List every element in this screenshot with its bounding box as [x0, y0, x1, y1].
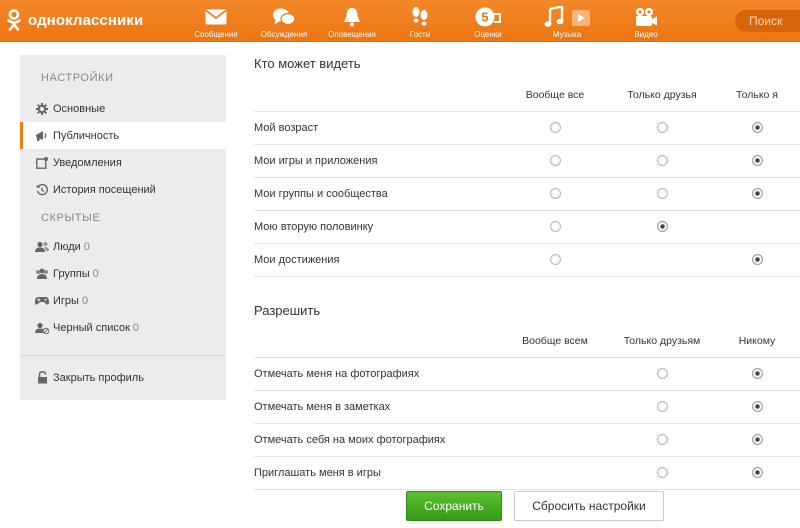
sidebar-item-blacklist[interactable]: Черный список 0 [20, 314, 226, 341]
bell-icon [343, 5, 361, 29]
visibility-table: Вообще все Только друзья Только я Мой во… [254, 80, 800, 277]
row-label: Мой возраст [254, 111, 500, 145]
chat-bubbles-icon [272, 5, 296, 29]
svg-text:5: 5 [481, 10, 488, 25]
visibility-title: Кто может видеть [254, 56, 361, 71]
radio-button[interactable] [751, 188, 763, 200]
column-header: Только я [714, 80, 800, 112]
table-row: Мои группы и сообщества [254, 177, 800, 211]
gear-icon [35, 102, 49, 116]
table-row: Мои достижения [254, 243, 800, 277]
gamepad-icon [35, 294, 49, 308]
sidebar-item-close-profile[interactable]: Закрыть профиль [20, 364, 226, 391]
column-header: Никому [714, 326, 800, 358]
row-label: Мою вторую половинку [254, 210, 500, 244]
row-label: Мои группы и сообщества [254, 177, 500, 211]
table-row: Отмечать себя на моих фотографиях [254, 423, 800, 457]
table-row: Мои игры и приложения [254, 144, 800, 178]
radio-button[interactable] [656, 434, 668, 446]
brand-name: одноклассники [28, 11, 144, 29]
hidden-heading: СКРЫТЫЕ [41, 212, 101, 224]
settings-heading: НАСТРОЙКИ [41, 72, 114, 84]
lock-icon [35, 371, 49, 385]
megaphone-icon [35, 129, 49, 143]
radio-button[interactable] [549, 155, 561, 167]
radio-button[interactable] [656, 401, 668, 413]
radio-button[interactable] [656, 368, 668, 380]
column-header: Вообще все [500, 80, 610, 112]
radio-button[interactable] [656, 155, 668, 167]
permissions-title: Разрешить [254, 303, 321, 318]
nav-guests[interactable]: Гости [386, 0, 454, 42]
row-label: Мои игры и приложения [254, 144, 500, 178]
radio-button[interactable] [656, 221, 668, 233]
sidebar-divider [20, 355, 226, 356]
radio-button[interactable] [549, 254, 561, 266]
sidebar-item-notifications[interactable]: Уведомления [20, 149, 226, 176]
radio-button[interactable] [656, 122, 668, 134]
radio-button[interactable] [751, 254, 763, 266]
radio-button[interactable] [751, 467, 763, 479]
column-header: Только друзья [610, 80, 714, 112]
sidebar-item-people[interactable]: Люди 0 [20, 233, 226, 260]
search-input[interactable]: Поиск [735, 10, 800, 32]
blacklist-icon [35, 321, 49, 335]
radio-button[interactable] [751, 368, 763, 380]
table-row: Отмечать меня на фотографиях [254, 357, 800, 391]
reset-settings-button[interactable]: Сбросить настройки [514, 491, 664, 521]
row-label: Мои достижения [254, 243, 500, 277]
ok-logo-icon [6, 9, 22, 31]
save-button[interactable]: Сохранить [406, 491, 502, 521]
footprints-icon [410, 5, 430, 29]
table-row: Отмечать меня в заметках [254, 390, 800, 424]
nav-music[interactable]: Музыка [522, 0, 612, 42]
video-camera-icon [634, 5, 658, 29]
top-bar: одноклассники Сообщения Обсуждения Опове… [0, 0, 800, 42]
radio-button[interactable] [751, 434, 763, 446]
nav-discussions[interactable]: Обсуждения [250, 0, 318, 42]
history-icon [35, 183, 49, 197]
notification-icon [35, 156, 49, 170]
nav-messages[interactable]: Сообщения [182, 0, 250, 42]
music-note-icon [544, 5, 590, 29]
radio-button[interactable] [751, 401, 763, 413]
row-label: Отмечать себя на моих фотографиях [254, 423, 500, 457]
radio-button[interactable] [751, 155, 763, 167]
radio-button[interactable] [751, 122, 763, 134]
row-label: Отмечать меня в заметках [254, 390, 500, 424]
radio-button[interactable] [549, 122, 561, 134]
radio-button[interactable] [549, 188, 561, 200]
sidebar-item-games[interactable]: Игры 0 [20, 287, 226, 314]
nav-notifications[interactable]: Оповещения [318, 0, 386, 42]
table-row: Мой возраст [254, 111, 800, 145]
permissions-table: Вообще всем Только друзьям Никому Отмеча… [254, 326, 800, 490]
brand-logo[interactable]: одноклассники [6, 9, 143, 31]
nav-video[interactable]: Видео [612, 0, 680, 42]
groups-icon [35, 267, 49, 281]
sidebar-item-history[interactable]: История посещений [20, 176, 226, 203]
sidebar-item-publicity[interactable]: Публичность [20, 122, 226, 149]
column-header: Только друзьям [610, 326, 714, 358]
rating-five-icon: 5 [475, 5, 501, 29]
sidebar-item-basic[interactable]: Основные [20, 95, 226, 122]
envelope-icon [205, 5, 227, 29]
column-header: Вообще всем [500, 326, 610, 358]
row-label: Приглашать меня в игры [254, 456, 500, 490]
table-row: Приглашать меня в игры [254, 456, 800, 490]
sidebar-item-groups[interactable]: Группы 0 [20, 260, 226, 287]
nav-ratings[interactable]: 5 Оценки [454, 0, 522, 42]
main-nav: Сообщения Обсуждения Оповещения Гости 5 … [182, 0, 680, 42]
radio-button[interactable] [549, 221, 561, 233]
settings-sidebar: НАСТРОЙКИ Основные Публичность Уведомлен… [20, 55, 226, 400]
people-icon [35, 240, 49, 254]
row-label: Отмечать меня на фотографиях [254, 357, 500, 391]
table-row: Мою вторую половинку [254, 210, 800, 244]
radio-button[interactable] [656, 188, 668, 200]
radio-button[interactable] [656, 467, 668, 479]
